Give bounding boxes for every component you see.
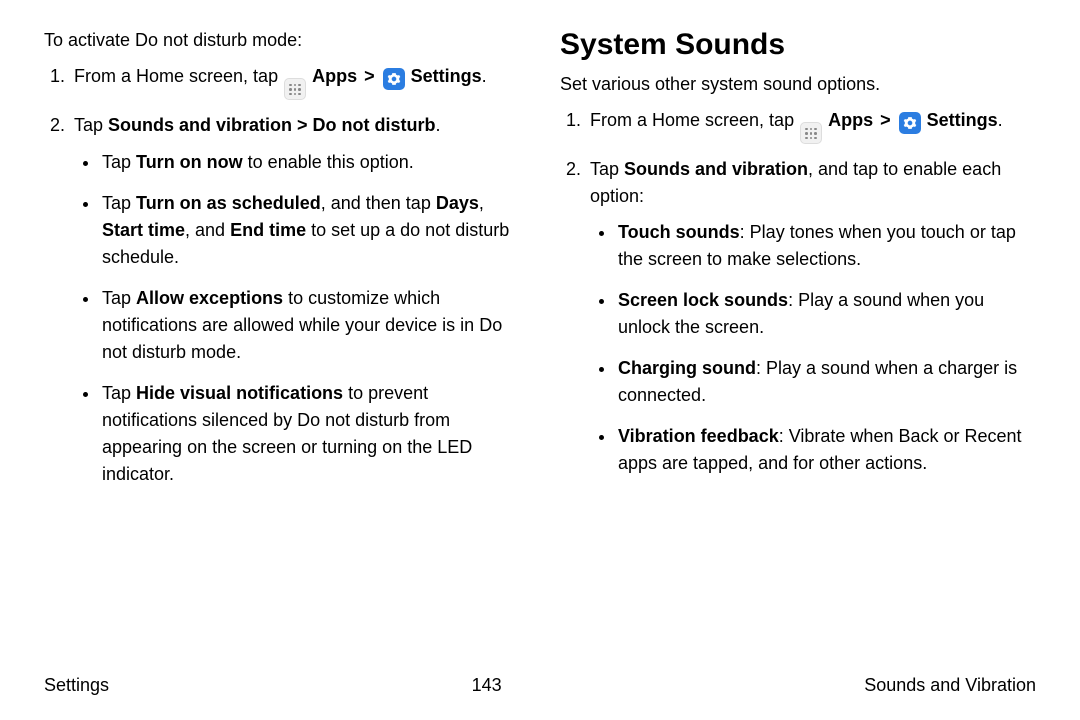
- footer-page-number: 143: [472, 675, 502, 696]
- period: .: [436, 115, 441, 135]
- settings-label: Settings: [927, 110, 998, 130]
- bullet-allow-exceptions: Tap Allow exceptions to customize which …: [100, 285, 520, 366]
- apps-icon: [284, 78, 306, 100]
- settings-label: Settings: [411, 66, 482, 86]
- ss-bullets: Touch sounds: Play tones when you touch …: [590, 219, 1036, 477]
- right-column: System Sounds Set various other system s…: [560, 28, 1036, 502]
- apps-icon: [800, 122, 822, 144]
- dnd-intro: To activate Do not disturb mode:: [44, 28, 520, 53]
- bullet-turn-on-now: Tap Turn on now to enable this option.: [100, 149, 520, 176]
- bullet-hide-visual: Tap Hide visual notifications to prevent…: [100, 380, 520, 488]
- left-column: To activate Do not disturb mode: From a …: [44, 28, 520, 502]
- ss-step-2: Tap Sounds and vibration, and tap to ena…: [586, 156, 1036, 476]
- text: Tap: [74, 115, 108, 135]
- text: From a Home screen, tap: [74, 66, 283, 86]
- apps-label: Apps: [828, 110, 873, 130]
- settings-icon: [899, 112, 921, 134]
- step2-bold: Sounds and vibration: [624, 159, 808, 179]
- chevron-right-icon: >: [364, 66, 375, 86]
- apps-label: Apps: [312, 66, 357, 86]
- footer-right: Sounds and Vibration: [864, 675, 1036, 696]
- dnd-bullets: Tap Turn on now to enable this option. T…: [74, 149, 520, 488]
- period: .: [482, 66, 487, 86]
- text: From a Home screen, tap: [590, 110, 799, 130]
- bullet-screen-lock: Screen lock sounds: Play a sound when yo…: [616, 287, 1036, 341]
- page-footer: Settings 143 Sounds and Vibration: [44, 675, 1036, 696]
- dnd-steps: From a Home screen, tap Apps > Settings.…: [44, 63, 520, 487]
- dnd-step-2: Tap Sounds and vibration > Do not distur…: [70, 112, 520, 487]
- period: .: [998, 110, 1003, 130]
- bullet-touch-sounds: Touch sounds: Play tones when you touch …: [616, 219, 1036, 273]
- dnd-step-1: From a Home screen, tap Apps > Settings.: [70, 63, 520, 100]
- footer-left: Settings: [44, 675, 109, 696]
- chevron-right-icon: >: [880, 110, 891, 130]
- bullet-vibration-feedback: Vibration feedback: Vibrate when Back or…: [616, 423, 1036, 477]
- text: Tap: [590, 159, 624, 179]
- system-sounds-heading: System Sounds: [560, 28, 1036, 62]
- settings-icon: [383, 68, 405, 90]
- system-sounds-steps: From a Home screen, tap Apps > Settings.…: [560, 107, 1036, 476]
- step2-bold: Sounds and vibration > Do not disturb: [108, 115, 436, 135]
- ss-step-1: From a Home screen, tap Apps > Settings.: [586, 107, 1036, 144]
- bullet-scheduled: Tap Turn on as scheduled, and then tap D…: [100, 190, 520, 271]
- bullet-charging-sound: Charging sound: Play a sound when a char…: [616, 355, 1036, 409]
- system-sounds-intro: Set various other system sound options.: [560, 72, 1036, 97]
